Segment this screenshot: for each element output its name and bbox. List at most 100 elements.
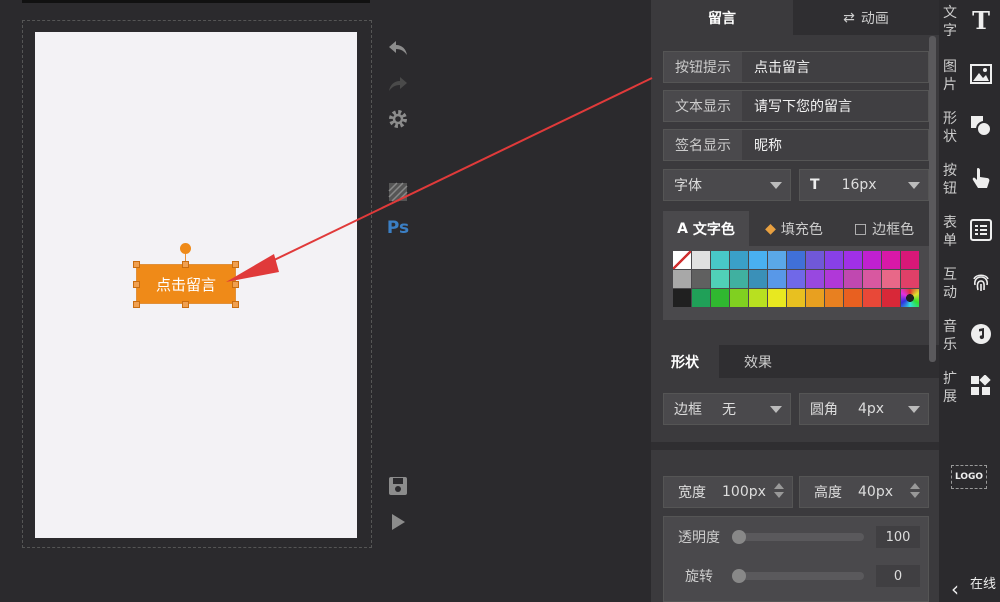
color-swatch[interactable] [692, 251, 710, 269]
color-swatch[interactable] [787, 270, 805, 288]
rotate-slider-thumb[interactable] [732, 569, 746, 583]
tab-animation[interactable]: ⇄ 动画 [793, 0, 939, 35]
panel-scrollbar[interactable] [929, 36, 936, 362]
color-swatch[interactable] [768, 251, 786, 269]
sidebar-item-shape[interactable]: 形状 [939, 106, 1000, 158]
radius-value: 4px [858, 401, 885, 417]
resize-handle-s[interactable] [182, 301, 189, 308]
color-swatch[interactable] [673, 251, 691, 269]
color-swatch[interactable] [825, 270, 843, 288]
color-swatch[interactable] [787, 251, 805, 269]
opacity-slider[interactable] [732, 530, 864, 544]
rotate-slider[interactable] [732, 569, 864, 583]
sidebar-item-interact[interactable]: 互动 [939, 262, 1000, 314]
opacity-slider-thumb[interactable] [732, 530, 746, 544]
color-swatch[interactable] [749, 289, 767, 307]
tab-shape[interactable]: 形状 [651, 345, 719, 378]
stepper-arrows-icon[interactable] [910, 483, 920, 498]
sidebar-item-button[interactable]: 按钮 [939, 158, 1000, 210]
color-swatch[interactable] [673, 289, 691, 307]
color-swatch[interactable] [825, 289, 843, 307]
color-swatch[interactable] [882, 289, 900, 307]
color-swatches [673, 251, 929, 307]
save-icon[interactable] [386, 474, 410, 498]
tab-fill-color[interactable]: ◆ 填充色 [751, 211, 837, 246]
font-size-select[interactable]: T 16px [799, 169, 929, 201]
resize-handle-w[interactable] [133, 281, 140, 288]
resize-handle-n[interactable] [182, 261, 189, 268]
color-swatch[interactable] [730, 289, 748, 307]
color-swatch[interactable] [787, 289, 805, 307]
sidebar-item-label: 互动 [943, 267, 957, 301]
rotate-value[interactable]: 0 [876, 565, 920, 587]
color-swatch[interactable] [844, 289, 862, 307]
rotate-handle[interactable] [180, 243, 191, 254]
color-swatch[interactable] [749, 270, 767, 288]
color-swatch[interactable] [806, 289, 824, 307]
color-swatch[interactable] [901, 251, 919, 269]
button-hint-input[interactable]: 点击留言 [742, 52, 928, 82]
color-swatch[interactable] [901, 289, 919, 307]
button-hint-label: 按钮提示 [675, 60, 731, 76]
color-swatch[interactable] [692, 289, 710, 307]
sidebar-item-text[interactable]: 文字 T [939, 0, 1000, 52]
color-swatch[interactable] [730, 251, 748, 269]
chevron-left-icon[interactable]: ‹ [944, 575, 966, 602]
sidebar-item-image[interactable]: 图片 [939, 54, 1000, 106]
resize-handle-nw[interactable] [133, 261, 140, 268]
color-swatch[interactable] [863, 270, 881, 288]
sidebar-item-extend[interactable]: 扩展 [939, 366, 1000, 418]
settings-icon[interactable] [386, 107, 410, 131]
tab-message[interactable]: 留言 [651, 0, 793, 35]
logo-upload-button[interactable]: LOGO [951, 465, 987, 489]
color-swatch[interactable] [673, 270, 691, 288]
resize-handle-sw[interactable] [133, 301, 140, 308]
button-hint-field: 按钮提示 点击留言 [663, 51, 929, 83]
play-icon[interactable] [386, 510, 410, 534]
color-swatch[interactable] [749, 251, 767, 269]
online-toggle[interactable]: ‹ 在线 [944, 575, 1000, 602]
text-display-label: 文本显示 [675, 99, 731, 115]
color-swatch[interactable] [768, 289, 786, 307]
color-swatch[interactable] [711, 251, 729, 269]
color-swatch[interactable] [882, 270, 900, 288]
sidebar-item-music[interactable]: 音乐 [939, 314, 1000, 366]
undo-icon[interactable] [386, 36, 410, 60]
color-swatch[interactable] [730, 270, 748, 288]
tab-effect[interactable]: 效果 [721, 345, 795, 378]
stepper-arrows-icon[interactable] [774, 483, 784, 498]
color-swatch[interactable] [882, 251, 900, 269]
radius-select[interactable]: 圆角 4px [799, 393, 929, 425]
width-stepper[interactable]: 宽度 100px [663, 476, 793, 508]
sidebar-item-form[interactable]: 表单 [939, 210, 1000, 262]
font-select[interactable]: 字体 [663, 169, 791, 201]
text-icon: T [972, 5, 990, 35]
text-display-input[interactable]: 请写下您的留言 [742, 91, 928, 121]
photoshop-icon[interactable]: Ps [386, 216, 410, 240]
color-swatch[interactable] [711, 270, 729, 288]
opacity-value[interactable]: 100 [876, 526, 920, 548]
color-swatch[interactable] [825, 251, 843, 269]
height-stepper[interactable]: 高度 40px [799, 476, 929, 508]
resize-handle-ne[interactable] [232, 261, 239, 268]
color-swatch[interactable] [844, 270, 862, 288]
signature-input[interactable]: 昵称 [742, 130, 928, 160]
resize-handle-e[interactable] [232, 281, 239, 288]
color-swatch[interactable] [844, 251, 862, 269]
color-swatch[interactable] [806, 251, 824, 269]
tab-text-color[interactable]: A 文字色 [663, 211, 749, 246]
color-swatch[interactable] [863, 251, 881, 269]
grid-pattern-icon[interactable] [386, 180, 410, 204]
color-swatch[interactable] [901, 270, 919, 288]
tab-border-color[interactable]: □ 边框色 [839, 211, 929, 246]
border-select[interactable]: 边框 无 [663, 393, 791, 425]
resize-handle-se[interactable] [232, 301, 239, 308]
message-button-element[interactable]: 点击留言 [136, 264, 236, 304]
redo-icon[interactable] [386, 72, 410, 96]
color-swatch[interactable] [692, 270, 710, 288]
color-swatch[interactable] [806, 270, 824, 288]
color-swatch[interactable] [711, 289, 729, 307]
color-swatch[interactable] [768, 270, 786, 288]
color-swatch[interactable] [863, 289, 881, 307]
component-sidebar: 文字 T 图片 形状 按钮 表单 互动 音乐 扩展 [939, 0, 1000, 602]
